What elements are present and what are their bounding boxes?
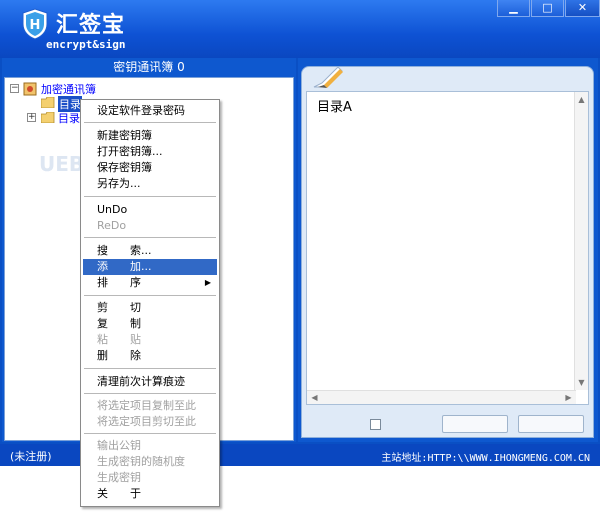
menu-item-open-keybook[interactable]: 打开密钥簿... bbox=[83, 144, 217, 160]
maximize-button[interactable]: □ bbox=[531, 0, 564, 17]
menu-separator bbox=[84, 122, 216, 123]
menu-item-cut-selected-here: 将选定项目剪切至此 bbox=[97, 415, 196, 428]
option-checkbox[interactable] bbox=[370, 419, 381, 430]
folder-icon bbox=[41, 97, 55, 108]
menu-item-redo: ReDo bbox=[97, 219, 127, 232]
menu-separator bbox=[84, 237, 216, 238]
menu-item-delete[interactable]: 删 除 bbox=[83, 348, 217, 364]
tree-collapse-toggle[interactable]: − bbox=[10, 84, 19, 93]
menu-item-save-keybook[interactable]: 保存密钥簿 bbox=[83, 160, 217, 176]
shield-logo-icon: H bbox=[22, 8, 48, 40]
editor-text: 目录A bbox=[317, 100, 352, 115]
registration-status: (未注册) bbox=[10, 450, 52, 463]
app-subtitle: encrypt&sign bbox=[46, 38, 126, 51]
menu-item-add[interactable]: 添 加... bbox=[83, 259, 217, 275]
context-menu: 设定软件登录密码 新建密钥簿 打开密钥簿... 保存密钥簿 另存为... UnD… bbox=[80, 99, 220, 507]
menu-item-cut[interactable]: 剪 切 bbox=[83, 300, 217, 316]
menu-item-clear-traces[interactable]: 清理前次计算痕迹 bbox=[83, 374, 217, 390]
menu-separator bbox=[84, 433, 216, 434]
content-panel: 目录A ▲ ▼ ◀ ▶ bbox=[298, 58, 598, 442]
svg-text:H: H bbox=[30, 18, 41, 33]
menu-item-copy-selected-here: 将选定项目复制至此 bbox=[97, 399, 196, 412]
content-frame: 目录A ▲ ▼ ◀ ▶ bbox=[301, 66, 594, 438]
menu-item-sort[interactable]: 排 序 ▶ bbox=[83, 275, 217, 291]
scroll-left-icon[interactable]: ◀ bbox=[309, 392, 320, 403]
menu-item-search[interactable]: 搜 索... bbox=[83, 243, 217, 259]
menu-separator bbox=[84, 368, 216, 369]
scroll-down-icon[interactable]: ▼ bbox=[576, 377, 587, 388]
title-bar: H 汇签宝 encrypt&sign ▁ □ ✕ bbox=[0, 0, 600, 58]
menu-item-copy[interactable]: 复 制 bbox=[83, 316, 217, 332]
close-button[interactable]: ✕ bbox=[565, 0, 600, 17]
menu-separator bbox=[84, 196, 216, 197]
pen-icon bbox=[313, 67, 343, 88]
menu-item-sort-label: 排 序 bbox=[97, 276, 141, 289]
menu-item-key-randomness: 生成密钥的随机度 bbox=[97, 455, 185, 468]
menu-item-new-keybook[interactable]: 新建密钥簿 bbox=[83, 128, 217, 144]
app-title: 汇签宝 bbox=[56, 13, 126, 38]
menu-separator bbox=[84, 295, 216, 296]
folder-icon bbox=[41, 112, 55, 123]
site-address: 主站地址:HTTP:\\WWW.IHONGMENG.COM.CN bbox=[381, 453, 590, 464]
scroll-up-icon[interactable]: ▲ bbox=[576, 94, 587, 105]
minimize-button[interactable]: ▁ bbox=[497, 0, 530, 17]
menu-item-undo[interactable]: UnDo bbox=[83, 202, 217, 218]
tree-root-label[interactable]: 加密通讯簿 bbox=[41, 81, 96, 97]
tree-item-directory[interactable]: 目录 bbox=[58, 110, 80, 126]
vertical-scrollbar[interactable]: ▲ ▼ bbox=[574, 92, 588, 390]
menu-item-set-login-password[interactable]: 设定软件登录密码 bbox=[83, 103, 217, 119]
menu-item-generate-key: 生成密钥 bbox=[97, 471, 141, 484]
menu-item-save-as[interactable]: 另存为... bbox=[83, 176, 217, 192]
address-book-icon bbox=[23, 82, 37, 96]
action-button-1[interactable] bbox=[442, 415, 508, 433]
menu-separator bbox=[84, 393, 216, 394]
scroll-right-icon[interactable]: ▶ bbox=[563, 392, 574, 403]
tree-expand-toggle[interactable]: + bbox=[27, 113, 36, 122]
address-book-title: 密钥通讯簿 0 bbox=[113, 60, 185, 74]
content-editor[interactable]: 目录A ▲ ▼ ◀ ▶ bbox=[306, 91, 589, 405]
menu-item-paste: 粘 贴 bbox=[97, 333, 141, 346]
menu-item-export-public-key: 输出公钥 bbox=[97, 439, 141, 452]
horizontal-scrollbar[interactable]: ◀ ▶ bbox=[307, 390, 576, 404]
menu-item-about[interactable]: 关 于 bbox=[83, 486, 217, 502]
submenu-arrow-icon: ▶ bbox=[204, 278, 211, 287]
action-button-2[interactable] bbox=[518, 415, 584, 433]
